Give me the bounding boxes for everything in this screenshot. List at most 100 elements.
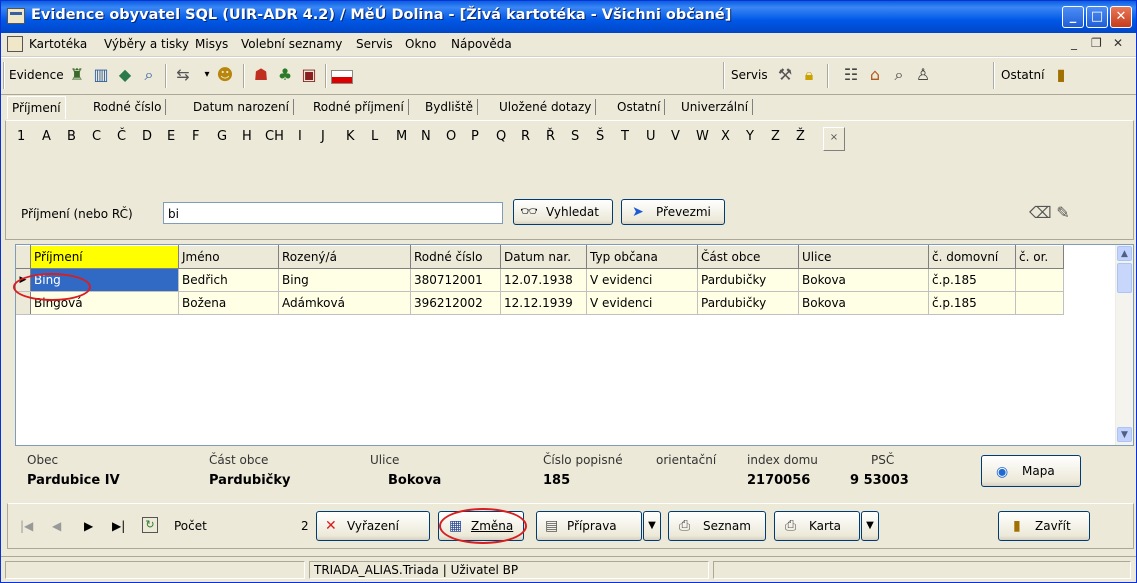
- vyrazeni-button[interactable]: ✕ Vyřazení: [316, 511, 430, 541]
- table-row[interactable]: ▶ Bing Bedřich Bing 380712001 12.07.1938…: [16, 268, 1064, 292]
- house-icon[interactable]: ⌂: [865, 65, 885, 85]
- last-record-icon[interactable]: ▶|: [112, 519, 125, 533]
- prev-record-icon[interactable]: ◀: [52, 519, 61, 533]
- col-rozeny[interactable]: Rozený/á: [278, 245, 411, 269]
- take-button[interactable]: ➤ Převezmi: [621, 199, 725, 225]
- scroll-up-icon[interactable]: ▲: [1117, 246, 1132, 261]
- letter-button[interactable]: O: [446, 129, 456, 144]
- books-icon[interactable]: ◆: [115, 65, 135, 85]
- mdi-minimize-icon[interactable]: _: [1071, 36, 1077, 50]
- menu-vybery[interactable]: Výběry a tisky: [104, 37, 189, 51]
- cell[interactable]: Pardubičky: [697, 291, 799, 315]
- letter-button[interactable]: X: [721, 129, 730, 144]
- scroll-down-icon[interactable]: ▼: [1117, 427, 1132, 442]
- alphabet-clear-button[interactable]: ×: [823, 127, 845, 151]
- hierarchy-icon[interactable]: ♙: [913, 65, 933, 85]
- first-record-icon[interactable]: |◀: [20, 519, 33, 533]
- lock-icon[interactable]: 🔒︎: [799, 65, 819, 85]
- cell[interactable]: V evidenci: [586, 268, 698, 292]
- letter-button[interactable]: C: [92, 129, 101, 144]
- letter-button[interactable]: Ř: [546, 129, 555, 144]
- edit-icon[interactable]: ✎: [1053, 203, 1073, 223]
- tab-prijmeni[interactable]: Příjmení: [7, 96, 66, 119]
- karta-dropdown-icon[interactable]: ▼: [861, 511, 879, 541]
- tab-bydliste[interactable]: Bydliště: [421, 99, 478, 115]
- network-icon[interactable]: ☷: [841, 65, 861, 85]
- menu-misys[interactable]: Misys: [195, 37, 228, 51]
- letter-button[interactable]: Z: [771, 129, 780, 144]
- karta-button[interactable]: ⎙ Karta: [774, 511, 860, 541]
- menu-napoveda[interactable]: Nápověda: [451, 37, 512, 51]
- cell[interactable]: [1015, 268, 1064, 292]
- letter-button[interactable]: R: [521, 129, 530, 144]
- col-datum-nar[interactable]: Datum nar.: [500, 245, 587, 269]
- cell[interactable]: Bing: [278, 268, 411, 292]
- citizens-grid[interactable]: Příjmení Jméno Rozený/á Rodné číslo Datu…: [15, 244, 1134, 446]
- child-window-icon[interactable]: [7, 36, 23, 52]
- surname-search-input[interactable]: bi: [163, 202, 503, 224]
- next-record-icon[interactable]: ▶: [84, 519, 93, 533]
- dropdown-arrow-icon[interactable]: ▾: [197, 65, 217, 85]
- map-button[interactable]: ◉ Mapa: [981, 455, 1081, 487]
- minimize-button[interactable]: _: [1062, 6, 1084, 28]
- tab-rodne-prijmeni[interactable]: Rodné příjmení: [309, 99, 409, 115]
- letter-button[interactable]: CH: [265, 129, 284, 144]
- letter-button[interactable]: I: [298, 129, 302, 144]
- people-icon[interactable]: ♜: [67, 65, 87, 85]
- letter-button[interactable]: W: [696, 129, 709, 144]
- cell[interactable]: 396212002: [410, 291, 501, 315]
- cell[interactable]: č.p.185: [928, 291, 1016, 315]
- magnifier-icon[interactable]: ⌕: [889, 65, 909, 85]
- vertical-scrollbar[interactable]: ▲ ▼: [1115, 245, 1133, 445]
- czech-flag-icon[interactable]: [331, 70, 353, 84]
- letter-button[interactable]: B: [67, 129, 76, 144]
- col-cast-obce[interactable]: Část obce: [697, 245, 799, 269]
- book-icon[interactable]: ▥: [91, 65, 111, 85]
- eraser-icon[interactable]: ⌫: [1029, 203, 1052, 223]
- seznam-button[interactable]: ⎙ Seznam: [668, 511, 766, 541]
- cell[interactable]: 380712001: [410, 268, 501, 292]
- letter-button[interactable]: H: [242, 129, 252, 144]
- menu-servis[interactable]: Servis: [356, 37, 393, 51]
- document-icon[interactable]: ▣: [299, 65, 319, 85]
- cell[interactable]: č.p.185: [928, 268, 1016, 292]
- menu-okno[interactable]: Okno: [405, 37, 436, 51]
- letter-button[interactable]: Y: [746, 129, 754, 144]
- priprava-button[interactable]: ▤ Příprava: [536, 511, 642, 541]
- col-jmeno[interactable]: Jméno: [178, 245, 279, 269]
- letter-button[interactable]: Š: [596, 129, 604, 144]
- letter-button[interactable]: N: [421, 129, 431, 144]
- letter-button[interactable]: S: [571, 129, 579, 144]
- tab-datum-narozeni[interactable]: Datum narození: [189, 99, 294, 115]
- letter-button[interactable]: V: [671, 129, 680, 144]
- zavrit-button[interactable]: ▮ Zavřít: [998, 511, 1090, 541]
- table-row[interactable]: Bingová Božena Adámková 396212002 12.12.…: [16, 291, 1064, 315]
- cell[interactable]: V evidenci: [586, 291, 698, 315]
- letter-button[interactable]: A: [42, 129, 51, 144]
- exit-door-icon[interactable]: ▮: [1051, 65, 1071, 85]
- family-icon[interactable]: ☗: [251, 65, 271, 85]
- cell[interactable]: Pardubičky: [697, 268, 799, 292]
- tab-ostatni[interactable]: Ostatní: [613, 99, 666, 115]
- letter-button[interactable]: J: [321, 129, 325, 144]
- mdi-restore-icon[interactable]: ❐: [1091, 36, 1102, 50]
- letter-button[interactable]: P: [471, 129, 479, 144]
- priprava-dropdown-icon[interactable]: ▼: [643, 511, 661, 541]
- cell[interactable]: Bokova: [798, 291, 929, 315]
- col-c-domovni[interactable]: č. domovní: [928, 245, 1016, 269]
- letter-button[interactable]: Ž: [796, 129, 805, 144]
- letter-button[interactable]: D: [142, 129, 152, 144]
- letter-button[interactable]: 1: [17, 129, 25, 144]
- title-bar[interactable]: Evidence obyvatel SQL (UIR-ADR 4.2) / Mě…: [1, 1, 1136, 33]
- mdi-close-icon[interactable]: ✕: [1113, 36, 1123, 50]
- cell[interactable]: Bokova: [798, 268, 929, 292]
- letter-button[interactable]: T: [621, 129, 629, 144]
- cell[interactable]: Adámková: [278, 291, 411, 315]
- letter-button[interactable]: Q: [496, 129, 506, 144]
- maximize-button[interactable]: □: [1086, 6, 1108, 28]
- tab-ulozene-dotazy[interactable]: Uložené dotazy: [495, 99, 597, 115]
- letter-button[interactable]: Č: [117, 129, 126, 144]
- tools-icon[interactable]: ⚒: [775, 65, 795, 85]
- col-typ-obcana[interactable]: Typ občana: [586, 245, 698, 269]
- letter-button[interactable]: U: [646, 129, 656, 144]
